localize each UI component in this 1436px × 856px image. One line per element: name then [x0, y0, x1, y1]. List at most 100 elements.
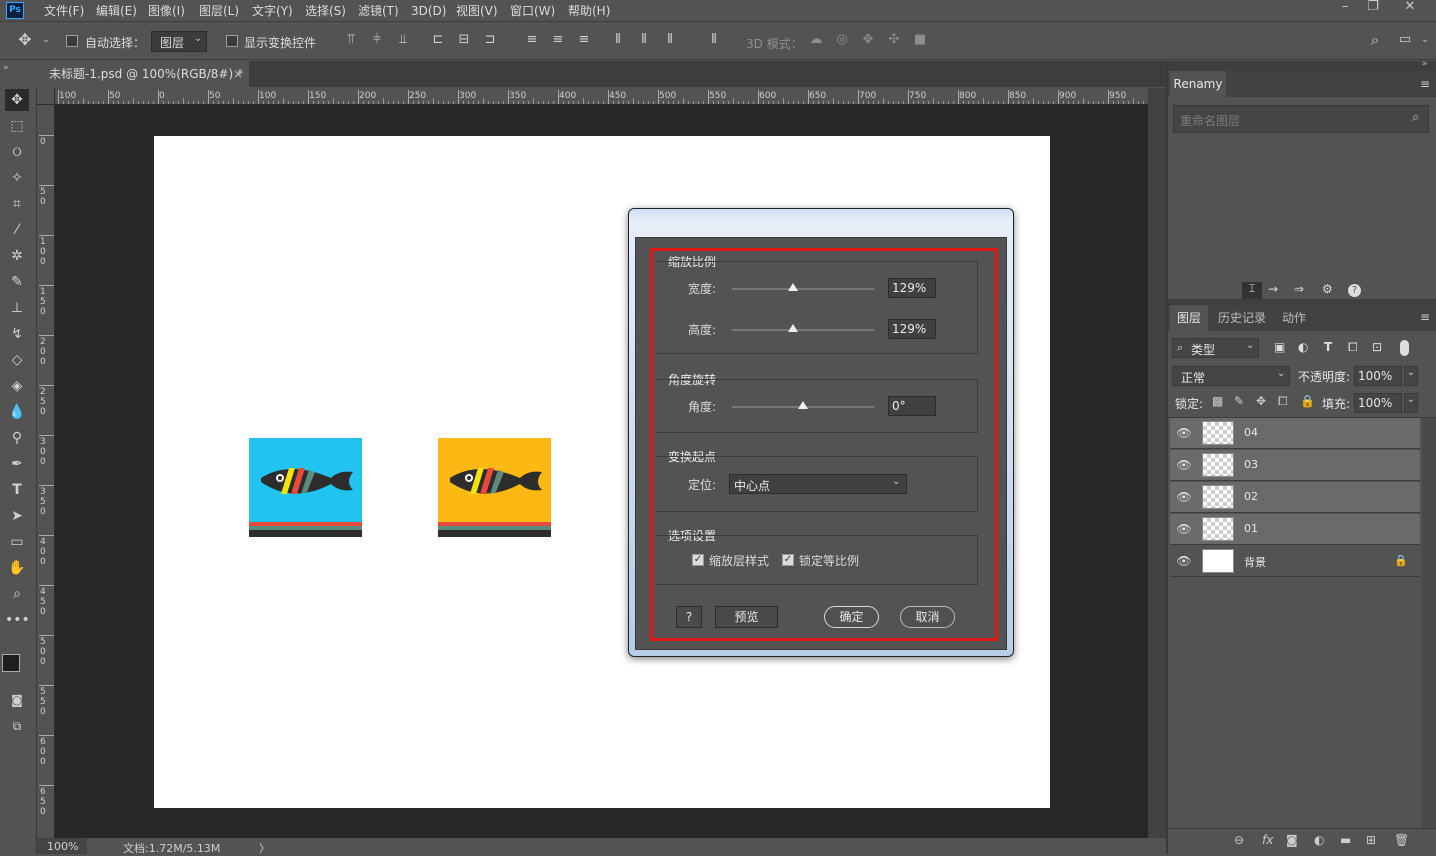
lock-all-icon[interactable]: 🔒 — [1300, 394, 1315, 408]
chevron-down-icon[interactable]: ⌄ — [1417, 32, 1433, 48]
magic-wand-tool-icon[interactable]: ✧ — [5, 167, 29, 189]
rename-icon[interactable]: ⌶ — [1242, 282, 1262, 299]
position-dropdown[interactable]: 中心点 ⌄ — [729, 474, 907, 494]
width-slider[interactable] — [732, 283, 874, 297]
lock-pixels-icon[interactable]: ✎ — [1234, 394, 1244, 408]
layers-scrollbar[interactable] — [1422, 418, 1436, 828]
eraser-tool-icon[interactable]: ◇ — [5, 349, 29, 371]
visibility-eye-icon[interactable]: 👁 — [1176, 554, 1192, 568]
move-tool-icon[interactable]: ✥ — [17, 32, 33, 48]
canvas-image-fish-yellow[interactable] — [438, 438, 551, 537]
hand-tool-icon[interactable]: ✋ — [5, 557, 29, 579]
filter-shape-icon[interactable]: ⧠ — [1348, 340, 1358, 355]
help-icon[interactable]: ? — [1348, 284, 1361, 297]
paint-bucket-tool-icon[interactable]: ◈ — [5, 375, 29, 397]
blend-mode-dropdown[interactable]: 正常 ⌄ — [1172, 366, 1290, 386]
document-tab[interactable]: 未标题-1.psd @ 100%(RGB/8#) * × — [37, 61, 249, 87]
type-tool-icon[interactable]: T — [5, 479, 29, 501]
align-top-icon[interactable]: ⫪ — [343, 32, 359, 48]
align-right-icon[interactable]: ⊐ — [482, 32, 498, 48]
renamy-search-input[interactable]: 重命名图层 ⌕ — [1173, 105, 1429, 133]
canvas-image-fish-blue[interactable] — [249, 438, 362, 537]
double-arrow-icon[interactable]: ⇒ — [1294, 282, 1304, 296]
vertical-scrollbar[interactable] — [1148, 88, 1166, 838]
add-mask-icon[interactable]: ◙ — [1286, 833, 1298, 847]
ok-button[interactable]: 确定 — [824, 606, 879, 628]
visibility-eye-icon[interactable]: 👁 — [1176, 426, 1192, 440]
lasso-tool-icon[interactable]: ଠ — [5, 141, 29, 163]
height-slider[interactable] — [732, 324, 874, 338]
move-tool-icon[interactable]: ✥ — [5, 89, 29, 111]
layer-row-background[interactable]: 👁 背景 🔒 — [1170, 546, 1420, 577]
3d-slide-icon[interactable]: ✣ — [886, 32, 902, 48]
3d-orbit-icon[interactable]: ☁ — [808, 32, 824, 48]
gear-icon[interactable]: ⚙ — [1322, 282, 1333, 296]
auto-select-checkbox[interactable] — [66, 35, 78, 47]
panel-menu-icon[interactable]: ≡ — [1420, 71, 1430, 97]
minimize-button[interactable]: – — [1332, 0, 1358, 16]
fx-icon[interactable]: fx — [1262, 833, 1273, 847]
visibility-eye-icon[interactable]: 👁 — [1176, 458, 1192, 472]
auto-select-target-dropdown[interactable]: 图层 ⌄ — [151, 31, 207, 52]
delete-layer-icon[interactable]: 🗑 — [1394, 833, 1409, 847]
zoom-level[interactable]: 100% — [37, 838, 87, 854]
menu-3d[interactable]: 3D(D) — [411, 2, 446, 20]
pen-tool-icon[interactable]: ✒ — [5, 453, 29, 475]
close-tab-icon[interactable]: × — [233, 61, 243, 87]
height-slider-knob[interactable] — [788, 324, 799, 332]
blur-tool-icon[interactable]: 💧 — [5, 401, 29, 423]
align-bottom-icon[interactable]: ⫫ — [395, 32, 411, 48]
marquee-tool-icon[interactable]: ⬚ — [5, 115, 29, 137]
distribute-right-icon[interactable]: ⦀ — [662, 32, 678, 48]
visibility-eye-icon[interactable]: 👁 — [1176, 522, 1192, 536]
distribute-vcenter-icon[interactable]: ≡ — [550, 32, 566, 48]
link-layers-icon[interactable]: ⊖ — [1234, 833, 1244, 847]
arrow-right-icon[interactable]: → — [1268, 282, 1278, 296]
layer-row[interactable]: 👁 03 — [1170, 450, 1420, 481]
restore-button[interactable]: ❐ — [1360, 0, 1386, 16]
layer-row[interactable]: 👁 01 — [1170, 514, 1420, 545]
3d-pan-icon[interactable]: ✥ — [860, 32, 876, 48]
workspace-icon[interactable]: ▭ — [1397, 32, 1413, 48]
filter-smart-object-icon[interactable]: ⊡ — [1372, 340, 1382, 354]
tab-layers[interactable]: 图层 — [1170, 305, 1208, 331]
more-tools-icon[interactable]: ••• — [5, 609, 30, 631]
cancel-button[interactable]: 取消 — [900, 606, 955, 628]
width-input[interactable]: 129% — [888, 278, 936, 298]
menu-window[interactable]: 窗口(W) — [510, 2, 555, 20]
opacity-input[interactable]: 100% — [1354, 366, 1402, 386]
layer-row[interactable]: 👁 04 — [1170, 418, 1420, 449]
screen-mode-icon[interactable]: ⧉ — [5, 715, 29, 737]
chevron-down-icon[interactable]: ⌄ — [38, 32, 54, 48]
menu-view[interactable]: 视图(V) — [456, 2, 498, 20]
lock-ratio-checkbox[interactable]: ✓ — [782, 554, 794, 566]
menu-select[interactable]: 选择(S) — [305, 2, 346, 20]
chevron-down-icon[interactable]: ⌄ — [1404, 393, 1418, 413]
search-icon[interactable]: ⌕ — [1367, 32, 1383, 48]
distribute-left-icon[interactable]: ⦀ — [610, 32, 626, 48]
rectangle-tool-icon[interactable]: ▭ — [5, 531, 29, 553]
clone-stamp-tool-icon[interactable]: ⊥ — [5, 297, 29, 319]
crop-tool-icon[interactable]: ⌗ — [5, 193, 29, 215]
preview-button[interactable]: 预览 — [715, 606, 778, 628]
angle-input[interactable]: 0° — [888, 396, 936, 416]
angle-slider-knob[interactable] — [798, 401, 808, 409]
path-selection-tool-icon[interactable]: ➤ — [5, 505, 29, 527]
help-button[interactable]: ? — [676, 606, 702, 628]
distribute-bottom-icon[interactable]: ≡ — [576, 32, 592, 48]
visibility-eye-icon[interactable]: 👁 — [1176, 490, 1192, 504]
close-button[interactable]: ✕ — [1397, 0, 1423, 16]
tab-renamy[interactable]: Renamy — [1170, 71, 1226, 97]
menu-filter[interactable]: 滤镜(T) — [358, 2, 399, 20]
lock-transparency-icon[interactable]: ▩ — [1212, 394, 1223, 408]
filter-adjustment-icon[interactable]: ◐ — [1298, 340, 1308, 354]
align-left-icon[interactable]: ⊏ — [430, 32, 446, 48]
zoom-tool-icon[interactable]: ⌕ — [5, 583, 29, 605]
new-group-icon[interactable]: ▬ — [1340, 833, 1351, 847]
foreground-color-swatch[interactable] — [2, 654, 20, 672]
distribute-hcenter-icon[interactable]: ⦀ — [636, 32, 652, 48]
auto-align-icon[interactable]: ⫴ — [706, 32, 722, 48]
distribute-top-icon[interactable]: ≡ — [524, 32, 540, 48]
healing-brush-tool-icon[interactable]: ✲ — [5, 245, 29, 267]
brush-tool-icon[interactable]: ✎ — [5, 271, 29, 293]
